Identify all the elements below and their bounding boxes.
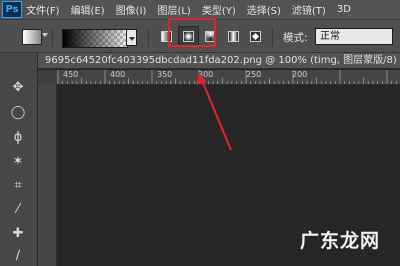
watermark: 广东龙网: [300, 230, 381, 252]
arrow-head: [196, 72, 206, 85]
arrow-shaft: [200, 77, 232, 151]
